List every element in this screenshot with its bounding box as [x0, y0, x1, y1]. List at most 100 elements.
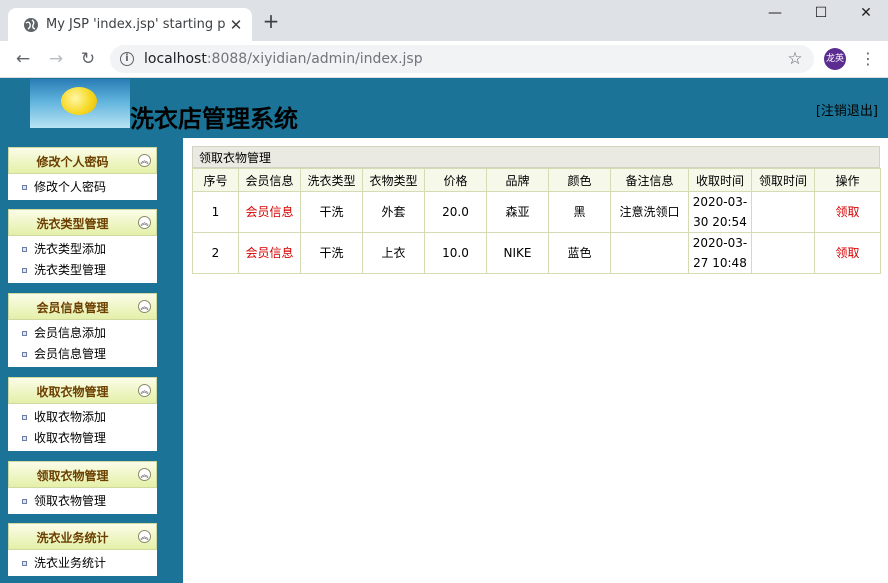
menu-group-title: 收取衣物管理 [36, 385, 109, 399]
collapse-icon[interactable]: ︽ [138, 216, 151, 229]
panel-title: 领取衣物管理 [192, 146, 880, 168]
profile-avatar[interactable]: 龙英 [824, 48, 846, 70]
sun-icon [61, 87, 97, 115]
bullet-icon [22, 352, 27, 357]
reload-button[interactable]: ↻ [78, 49, 98, 69]
cell-color: 蓝色 [548, 232, 611, 274]
column-header: 洗衣类型 [300, 168, 363, 192]
member-info-link[interactable]: 会员信息 [238, 232, 301, 274]
cell-receive-time: 2020-03-27 10:48 [688, 232, 752, 274]
menu-group-statistics: 洗衣业务统计 ︽ 洗衣业务统计 [8, 523, 157, 576]
page: 洗衣店管理系统 [注销退出] 修改个人密码 ︽ 修改个人密码 洗衣类型管理 ︽ … [0, 78, 888, 583]
cell-color: 黑 [548, 191, 611, 233]
sidebar-item-add-wash-type[interactable]: 洗衣类型添加 [8, 239, 157, 260]
forward-button[interactable]: → [46, 49, 66, 69]
collapse-icon[interactable]: ︽ [138, 468, 151, 481]
sidebar-item-label: 会员信息管理 [34, 347, 107, 361]
main-content: 领取衣物管理 序号 会员信息 洗衣类型 衣物类型 价格 品牌 颜色 备注信息 收… [192, 146, 881, 274]
column-header: 品牌 [486, 168, 549, 192]
table-row: 2 会员信息 干洗 上衣 10.0 NIKE 蓝色 2020-03-27 10:… [192, 232, 881, 274]
site-logo [30, 79, 130, 128]
menu-group-receive: 收取衣物管理 ︽ 收取衣物添加 收取衣物管理 [8, 377, 157, 451]
browser-menu-icon[interactable]: ⋮ [860, 49, 876, 69]
member-info-link[interactable]: 会员信息 [238, 191, 301, 233]
menu-group-pickup: 领取衣物管理 ︽ 领取衣物管理 [8, 461, 157, 514]
menu-group-header[interactable]: 会员信息管理 ︽ [8, 293, 157, 320]
sidebar-item-manage-wash-type[interactable]: 洗衣类型管理 [8, 260, 157, 281]
bullet-icon [22, 185, 27, 190]
logout-link[interactable]: [注销退出] [816, 100, 878, 119]
column-header: 会员信息 [238, 168, 301, 192]
menu-group-title: 领取衣物管理 [36, 469, 109, 483]
sidebar-item-manage-member[interactable]: 会员信息管理 [8, 344, 157, 365]
bullet-icon [22, 247, 27, 252]
cell-receive-time: 2020-03-30 20:54 [688, 191, 752, 233]
bullet-icon [22, 436, 27, 441]
close-window-button[interactable]: ✕ [851, 4, 881, 22]
tab-title: My JSP 'index.jsp' starting page [46, 17, 226, 32]
bullet-icon [22, 268, 27, 273]
bullet-icon [22, 331, 27, 336]
menu-group-header[interactable]: 洗衣业务统计 ︽ [8, 523, 157, 550]
column-header: 领取时间 [751, 168, 815, 192]
menu-group-password: 修改个人密码 ︽ 修改个人密码 [8, 147, 157, 200]
maximize-window-button[interactable]: ☐ [806, 4, 836, 22]
new-tab-button[interactable]: + [262, 11, 280, 31]
sidebar-item-add-member[interactable]: 会员信息添加 [8, 323, 157, 344]
column-header: 收取时间 [688, 168, 752, 192]
sidebar-item-manage-pickup[interactable]: 领取衣物管理 [8, 491, 157, 512]
site-title: 洗衣店管理系统 [130, 105, 298, 133]
bookmark-star-icon[interactable]: ☆ [786, 50, 804, 68]
cell-price: 10.0 [424, 232, 487, 274]
cell-wash-type: 干洗 [300, 232, 363, 274]
menu-group-header[interactable]: 修改个人密码 ︽ [8, 147, 157, 174]
pickup-table: 序号 会员信息 洗衣类型 衣物类型 价格 品牌 颜色 备注信息 收取时间 领取时… [192, 168, 881, 274]
sidebar-item-add-receive[interactable]: 收取衣物添加 [8, 407, 157, 428]
cell-cloth-type: 外套 [362, 191, 425, 233]
info-icon[interactable]: i [120, 52, 134, 66]
cell-remark: 注意洗领口 [610, 191, 689, 233]
cell-cloth-type: 上衣 [362, 232, 425, 274]
column-header: 备注信息 [610, 168, 689, 192]
sidebar-item-label: 会员信息添加 [34, 326, 107, 340]
cell-price: 20.0 [424, 191, 487, 233]
collapse-icon[interactable]: ︽ [138, 384, 151, 397]
back-button[interactable]: ← [13, 49, 33, 69]
cell-no: 2 [192, 232, 239, 274]
url-path: :8088/xiyidian/admin/index.jsp [206, 51, 423, 67]
pickup-action-link[interactable]: 领取 [814, 232, 881, 274]
sidebar-item-statistics[interactable]: 洗衣业务统计 [8, 553, 157, 574]
collapse-icon[interactable]: ︽ [138, 530, 151, 543]
sidebar-item-change-password[interactable]: 修改个人密码 [8, 177, 157, 198]
menu-group-header[interactable]: 收取衣物管理 ︽ [8, 377, 157, 404]
table-row: 1 会员信息 干洗 外套 20.0 森亚 黑 注意洗领口 2020-03-30 … [192, 191, 881, 233]
cell-wash-type: 干洗 [300, 191, 363, 233]
cell-no: 1 [192, 191, 239, 233]
menu-group-header[interactable]: 洗衣类型管理 ︽ [8, 209, 157, 236]
globe-icon [24, 18, 38, 32]
url-host: localhost [144, 51, 207, 67]
sidebar-item-manage-receive[interactable]: 收取衣物管理 [8, 428, 157, 449]
collapse-icon[interactable]: ︽ [138, 300, 151, 313]
sidebar-item-label: 洗衣类型添加 [34, 242, 107, 256]
menu-group-member: 会员信息管理 ︽ 会员信息添加 会员信息管理 [8, 293, 157, 367]
url-text: localhost:8088/xiyidian/admin/index.jsp [144, 51, 423, 67]
sidebar-item-label: 洗衣业务统计 [34, 556, 107, 570]
column-header: 颜色 [548, 168, 611, 192]
cell-brand: 森亚 [486, 191, 549, 233]
collapse-icon[interactable]: ︽ [138, 154, 151, 167]
column-header: 衣物类型 [362, 168, 425, 192]
column-header: 价格 [424, 168, 487, 192]
menu-group-title: 会员信息管理 [36, 301, 109, 315]
browser-tab[interactable]: My JSP 'index.jsp' starting page ✕ [8, 8, 252, 41]
site-header: 洗衣店管理系统 [注销退出] [0, 78, 888, 138]
close-tab-icon[interactable]: ✕ [228, 17, 244, 33]
cell-pickup-time [751, 191, 815, 233]
minimize-window-button[interactable]: — [760, 4, 790, 22]
pickup-action-link[interactable]: 领取 [814, 191, 881, 233]
bullet-icon [22, 561, 27, 566]
address-bar[interactable]: i localhost:8088/xiyidian/admin/index.js… [110, 45, 814, 73]
menu-group-header[interactable]: 领取衣物管理 ︽ [8, 461, 157, 488]
sidebar: 修改个人密码 ︽ 修改个人密码 洗衣类型管理 ︽ 洗衣类型添加 洗衣类型管理 会… [0, 138, 183, 583]
bullet-icon [22, 415, 27, 420]
